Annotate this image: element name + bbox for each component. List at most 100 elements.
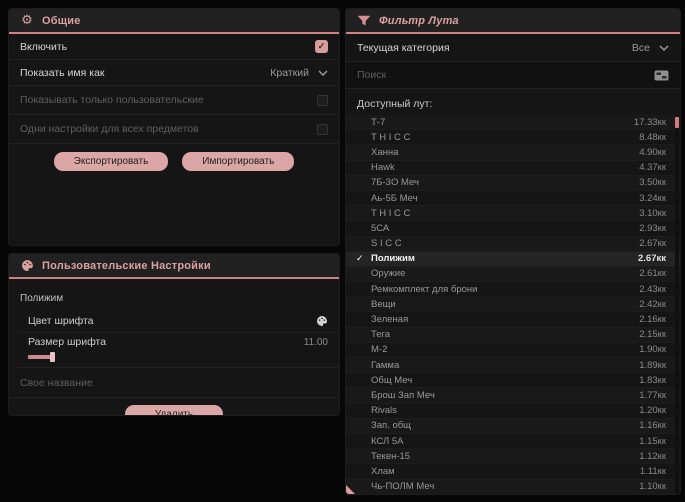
mod-settings-window: ⚙ Общие Включить ✓ Показать имя как Крат… xyxy=(0,0,685,502)
loot-list-item[interactable]: 5СА 2.93кк xyxy=(346,221,680,237)
item-price: 1.83кк xyxy=(639,374,666,386)
delete-row: Удалить xyxy=(9,398,339,415)
item-name: Зап. общ xyxy=(371,420,411,432)
custom-name-input[interactable] xyxy=(20,374,328,392)
loot-list-item[interactable]: Аь-5Б Меч 3.24кк xyxy=(346,191,680,207)
enable-label: Включить xyxy=(20,40,68,53)
item-price: 1.89кк xyxy=(639,359,666,371)
item-price: 2.93кк xyxy=(639,222,666,234)
item-name: Зеленая xyxy=(371,314,409,326)
loot-list-item[interactable]: T H I C C 3.10кк xyxy=(346,206,680,222)
show-name-as-value: Краткий xyxy=(270,66,309,79)
item-price: 1.77кк xyxy=(639,389,666,401)
right-column: Фильтр Лута Текущая категория Все Поиск … xyxy=(345,8,681,495)
enable-checkbox[interactable]: ✓ xyxy=(315,40,328,53)
loot-list-item[interactable]: Hawk 4.37кк xyxy=(346,161,680,176)
loot-list-item[interactable]: М-2 1.90кк xyxy=(346,343,680,358)
import-button[interactable]: Импортировать xyxy=(182,152,295,171)
loot-list-item[interactable]: Хлам 1.11кк xyxy=(346,464,680,480)
left-column: ⚙ Общие Включить ✓ Показать имя как Крат… xyxy=(8,8,340,495)
chevron-down-icon xyxy=(659,44,669,51)
loot-filter-title: Фильтр Лута xyxy=(379,14,459,27)
search-input[interactable] xyxy=(357,66,646,84)
loot-filter-panel: Фильтр Лута Текущая категория Все Поиск … xyxy=(345,8,681,495)
item-price: 1.20кк xyxy=(639,405,666,417)
loot-list-item[interactable]: 7Б-3О Меч 3.50кк xyxy=(346,176,680,191)
loot-list-item[interactable]: Зеленая 2.16кк xyxy=(346,312,680,328)
loot-list-item[interactable]: Чь-ПОЛМ Меч 1.10кк xyxy=(346,480,680,494)
item-price: 1.11кк xyxy=(639,465,666,477)
item-name: T H I C C xyxy=(371,131,411,143)
same-settings-label: Одни настройки для всех предметов xyxy=(20,123,199,135)
loot-list-item[interactable]: Т-7 17.33кк xyxy=(346,115,680,131)
item-price: 3.10кк xyxy=(639,207,666,219)
loot-list-item[interactable]: Оружие 2.61кк xyxy=(346,267,680,283)
font-size-value: 11.00 xyxy=(303,336,328,348)
loot-list-item[interactable]: Тега 2.15кк xyxy=(346,328,680,343)
custom-settings-header: Пользовательские Настройки xyxy=(9,254,339,279)
custom-name-row xyxy=(9,368,339,398)
loot-list-item[interactable]: S I C C 2.67кк xyxy=(346,237,680,252)
loot-list-item[interactable]: Вещи 2.42кк xyxy=(346,297,680,313)
loot-list-item[interactable]: КСЛ 5А 1.15кк xyxy=(346,434,680,450)
only-custom-checkbox[interactable] xyxy=(317,94,328,106)
item-name: Чь-ПОЛМ Меч xyxy=(371,481,435,493)
item-name: Общ Меч xyxy=(371,374,413,386)
same-settings-checkbox[interactable] xyxy=(317,123,328,135)
font-color-label: Цвет шрифта xyxy=(28,315,94,327)
color-picker-icon[interactable] xyxy=(316,315,328,327)
slider-fill xyxy=(28,355,52,359)
item-price: 2.15кк xyxy=(639,329,666,341)
item-name: T H I C C xyxy=(371,207,411,219)
custom-settings-body: Полижим Цвет шрифта Размер шрифта 11.00 xyxy=(9,279,339,415)
category-dropdown[interactable]: Все xyxy=(632,42,669,54)
delete-button[interactable]: Удалить xyxy=(124,405,224,415)
same-settings-row: Одни настройки для всех предметов xyxy=(9,115,339,144)
export-button[interactable]: Экспортировать xyxy=(53,152,169,171)
category-value: Все xyxy=(631,41,650,54)
item-name: Оружие xyxy=(371,268,406,280)
loot-filter-header: Фильтр Лута xyxy=(346,9,680,34)
enable-row: Включить ✓ xyxy=(9,34,339,60)
font-size-slider[interactable] xyxy=(28,351,168,362)
item-name: Hawk xyxy=(371,162,395,174)
palette-icon xyxy=(20,259,34,272)
item-price: 2.67кк xyxy=(638,253,666,265)
loot-list-item[interactable]: Гамма 1.89кк xyxy=(346,358,680,374)
item-price: 4.37кк xyxy=(639,162,666,174)
item-name: М-2 xyxy=(371,344,388,356)
loot-list-item[interactable]: T H I C C 8.48кк xyxy=(346,130,680,146)
loot-list-item[interactable]: Rivals 1.20кк xyxy=(346,404,680,419)
font-color-row: Цвет шрифта xyxy=(17,310,339,333)
show-name-as-dropdown[interactable]: Краткий xyxy=(270,67,328,79)
scrollbar-thumb[interactable] xyxy=(675,117,679,128)
item-price: 8.48кк xyxy=(639,131,666,143)
item-name: Гамма xyxy=(371,359,400,371)
show-name-as-row: Показать имя как Краткий xyxy=(9,60,339,86)
item-price: 1.12кк xyxy=(639,450,666,462)
loot-list-item[interactable]: Текен-15 1.12кк xyxy=(346,449,680,465)
only-custom-row: Показывать только пользовательские xyxy=(9,86,339,115)
item-price: 2.67кк xyxy=(639,238,666,250)
font-size-row: Размер шрифта 11.00 xyxy=(17,333,339,368)
loot-list-item[interactable]: Зап. общ 1.16кк xyxy=(346,419,680,434)
loot-list-item[interactable]: ✓ Полижим 2.67кк xyxy=(346,251,680,267)
item-check-icon: ✓ xyxy=(356,253,364,264)
slider-thumb[interactable] xyxy=(50,352,55,362)
gear-icon: ⚙ xyxy=(21,13,33,28)
selected-item-name: Полижим xyxy=(20,293,64,304)
scrollbar-track[interactable] xyxy=(675,115,679,494)
item-name: Брош Зап Меч xyxy=(371,389,435,401)
item-name: КСЛ 5А xyxy=(371,435,404,447)
loot-list-item[interactable]: Общ Меч 1.83кк xyxy=(346,373,680,389)
loot-list-item[interactable]: Ремкомплект для брони 2.43кк xyxy=(346,282,680,298)
font-size-label: Размер шрифта xyxy=(28,336,107,348)
keyboard-icon[interactable] xyxy=(654,70,669,81)
category-row: Текущая категория Все xyxy=(346,34,680,62)
loot-list-item[interactable]: Ханна 4.90кк xyxy=(346,145,680,161)
loot-list-item[interactable]: Брош Зап Меч 1.77кк xyxy=(346,388,680,404)
available-loot-row: Доступный лут: xyxy=(346,89,680,115)
resize-grip[interactable] xyxy=(346,485,355,494)
loot-list: Т-7 17.33кк T H I C C 8.48кк Ханна 4.90к… xyxy=(346,115,680,494)
item-price: 2.42кк xyxy=(639,298,666,310)
